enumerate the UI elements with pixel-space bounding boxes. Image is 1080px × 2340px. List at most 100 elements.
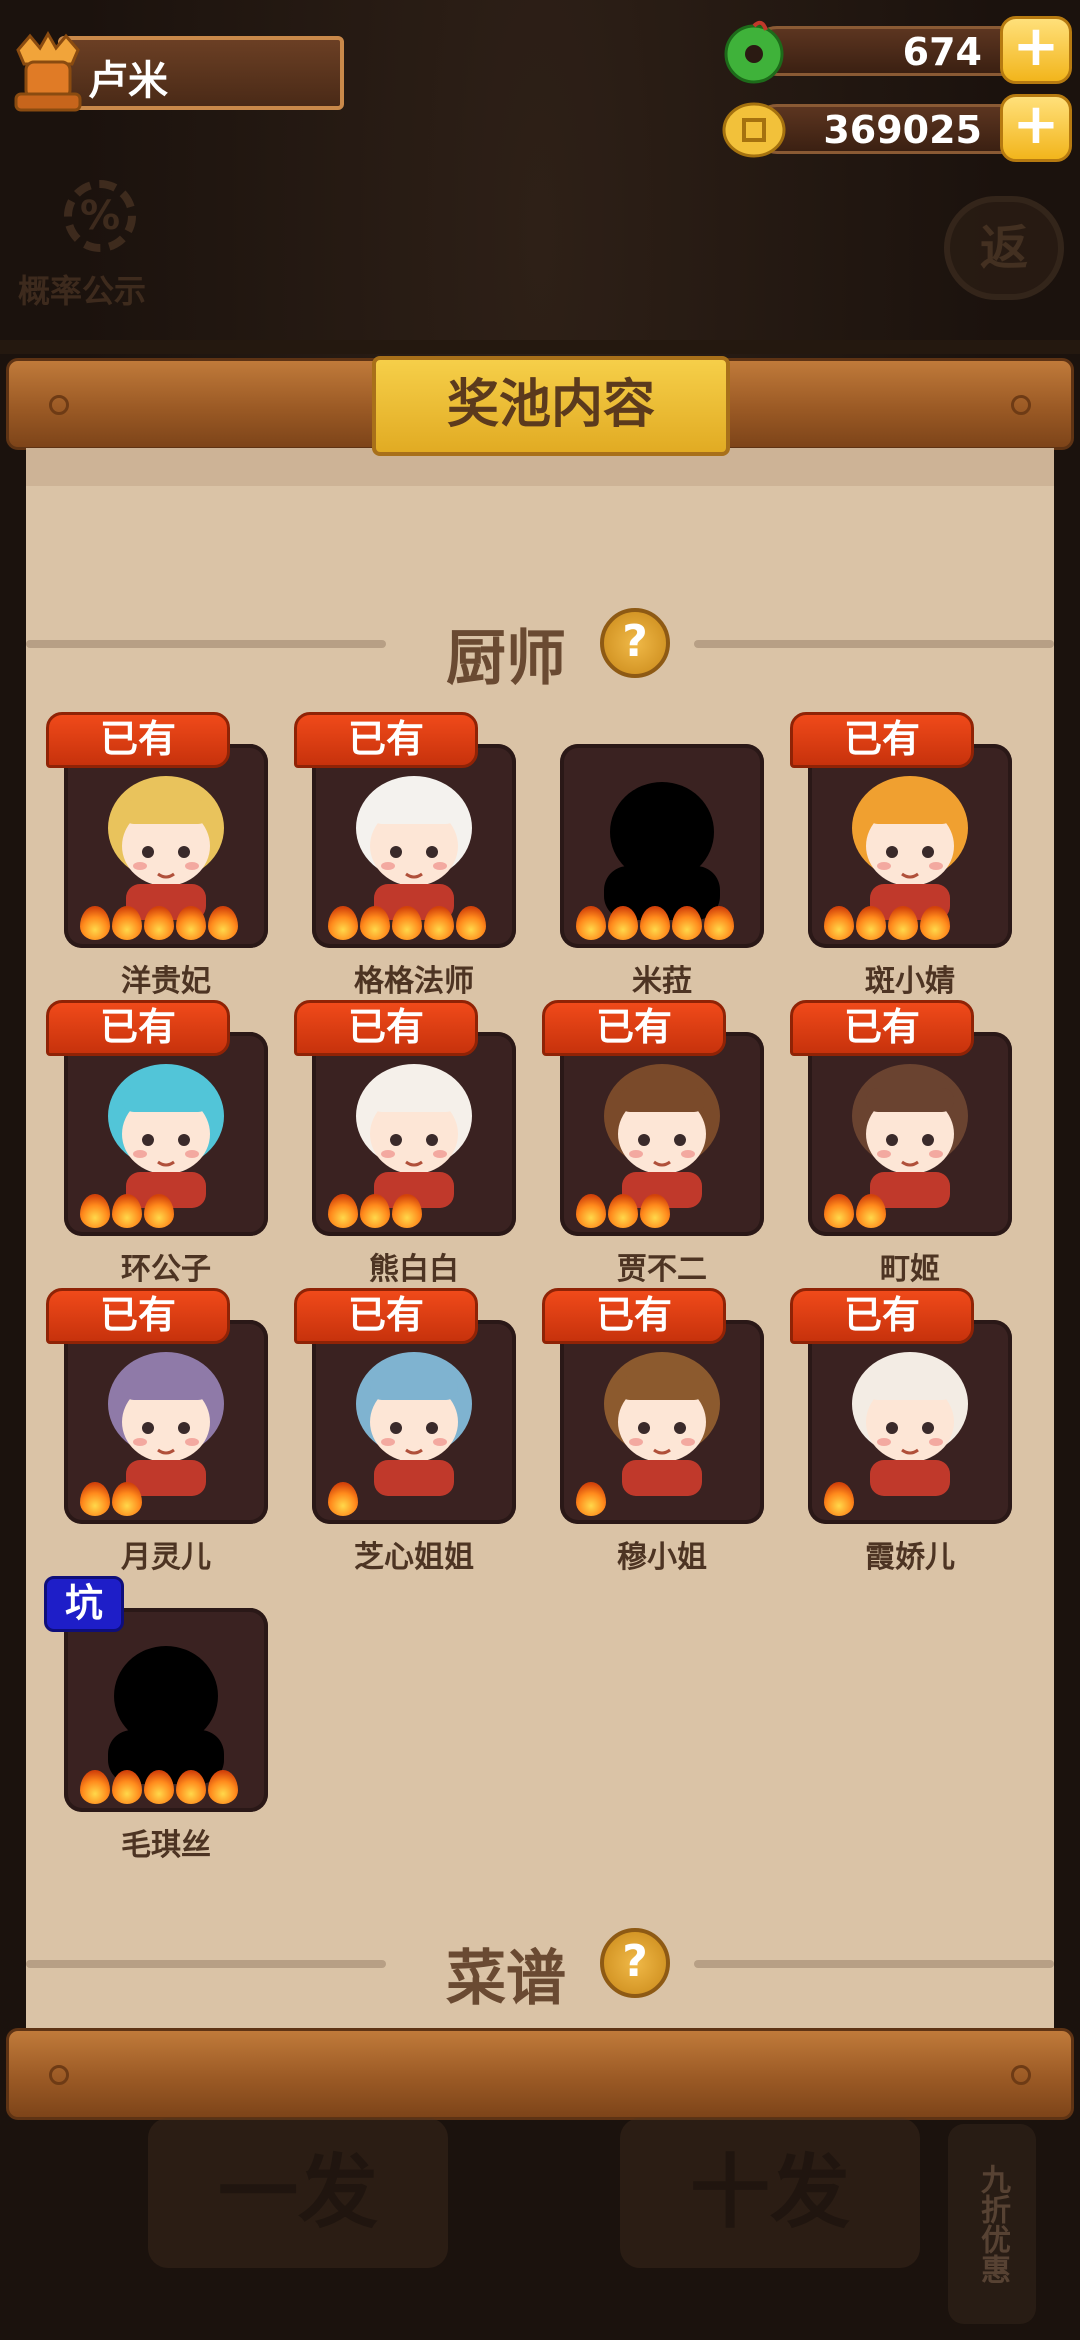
chef-avatar [356, 1352, 472, 1496]
rod-nail [1011, 395, 1031, 415]
single-draw-button[interactable]: 一发 [148, 2118, 448, 2268]
flame-star-icon [328, 906, 358, 940]
rod-nail [49, 395, 69, 415]
prize-pool-title: 奖池内容 [372, 356, 730, 456]
chef-avatar [604, 1352, 720, 1496]
chef-card[interactable]: 已有 芝心姐姐 [294, 1288, 516, 1575]
flame-star-icon [144, 1194, 174, 1228]
divider-line [694, 1960, 1054, 1968]
flame-star-icon [80, 1770, 110, 1804]
odds-disclosure-button[interactable]: % 概率公示 [18, 180, 168, 310]
chef-name: 芝心姐姐 [354, 1540, 474, 1575]
flame-star-icon [144, 1770, 174, 1804]
coin-resource: 369025 + [722, 94, 1072, 162]
recipe-help-button[interactable]: ? [600, 1928, 670, 1998]
background-stripe [0, 340, 1080, 354]
chef-avatar [852, 776, 968, 920]
odds-label: 概率公示 [18, 272, 147, 310]
star-rating [328, 1482, 358, 1516]
star-rating [80, 1194, 174, 1228]
add-coins-button[interactable]: + [1000, 94, 1072, 162]
chef-card[interactable]: 已有町姬 [790, 1000, 1012, 1287]
return-button[interactable]: 返 [944, 196, 1064, 300]
chef-help-button[interactable]: ? [600, 608, 670, 678]
ten-draw-button[interactable]: 十发 [620, 2118, 920, 2268]
discount-badge: 九折优惠 [948, 2124, 1036, 2324]
chef-card[interactable]: 已有 霞娇儿 [790, 1288, 1012, 1575]
chef-name: 斑小婧 [865, 964, 955, 999]
chef-card[interactable]: 已有 穆小姐 [542, 1288, 764, 1575]
flame-star-icon [112, 1482, 142, 1516]
player-rank-icon [14, 30, 82, 112]
player-panel[interactable]: 卢米 [8, 30, 346, 114]
flame-star-icon [80, 1194, 110, 1228]
star-rating [824, 1482, 854, 1516]
chef-name: 格格法师 [354, 964, 474, 999]
flame-star-icon [80, 1482, 110, 1516]
recipe-section-header: 菜谱 ? [26, 1918, 1054, 2014]
flame-star-icon [80, 906, 110, 940]
add-jade-button[interactable]: + [1000, 16, 1072, 84]
chef-name: 米菈 [632, 964, 692, 999]
chef-name: 环公子 [121, 1252, 211, 1287]
flame-star-icon [112, 1770, 142, 1804]
chef-name: 熊白白 [369, 1252, 459, 1287]
chef-card[interactable]: 已有环公子 [46, 1000, 268, 1287]
chef-avatar [108, 776, 224, 920]
flame-star-icon [424, 906, 454, 940]
flame-star-icon [112, 1194, 142, 1228]
flame-star-icon [456, 906, 486, 940]
chef-card[interactable]: 坑毛琪丝 [44, 1576, 268, 1863]
star-rating [824, 906, 950, 940]
star-rating [328, 906, 486, 940]
jade-bar [752, 26, 1042, 76]
owned-badge: 已有 [46, 1288, 230, 1344]
star-rating [80, 906, 238, 940]
star-rating [576, 906, 734, 940]
owned-badge: 已有 [46, 712, 230, 768]
flame-star-icon [360, 906, 390, 940]
chef-card[interactable]: 已有格格法师 [294, 712, 516, 999]
chef-card[interactable]: 已有 贾不二 [542, 1000, 764, 1287]
flame-star-icon [608, 906, 638, 940]
chef-name: 毛琪丝 [121, 1828, 211, 1863]
jade-resource: 674 + [722, 16, 1072, 84]
rod-nail [1011, 2065, 1031, 2085]
flame-star-icon [640, 1194, 670, 1228]
chef-card[interactable]: 已有 月灵儿 [46, 1288, 268, 1575]
owned-badge: 已有 [790, 1000, 974, 1056]
chef-card[interactable]: 米菈 [560, 712, 764, 999]
owned-badge: 已有 [294, 1000, 478, 1056]
flame-star-icon [856, 906, 886, 940]
chef-section-title: 厨师 [446, 624, 566, 694]
pit-badge: 坑 [44, 1576, 124, 1632]
flame-star-icon [328, 1482, 358, 1516]
owned-badge: 已有 [542, 1288, 726, 1344]
flame-star-icon [176, 1770, 206, 1804]
flame-star-icon [392, 1194, 422, 1228]
flame-star-icon [920, 906, 950, 940]
flame-star-icon [824, 1482, 854, 1516]
chef-card[interactable]: 已有斑小婧 [790, 712, 1012, 999]
chef-name: 霞娇儿 [865, 1540, 955, 1575]
flame-star-icon [576, 1482, 606, 1516]
chef-card[interactable]: 已有洋贵妃 [46, 712, 268, 999]
flame-star-icon [328, 1194, 358, 1228]
divider-line [694, 640, 1054, 648]
coin-count: 369025 [823, 108, 982, 152]
flame-star-icon [672, 906, 702, 940]
prize-pool-panel: 厨师 ? 已有 洋贵妃 已有 格格法师 米菈 已有 斑小婧 已有 环公子 已有 熊白白 已有 贾不二 已有… [26, 448, 1054, 2028]
star-rating [80, 1482, 142, 1516]
flame-star-icon [608, 1194, 638, 1228]
owned-badge: 已有 [294, 712, 478, 768]
chef-name: 洋贵妃 [121, 964, 211, 999]
chef-card[interactable]: 已有熊白白 [294, 1000, 516, 1287]
star-rating [328, 1194, 422, 1228]
owned-badge: 已有 [790, 712, 974, 768]
flame-star-icon [704, 906, 734, 940]
flame-star-icon [576, 1194, 606, 1228]
chef-name: 町姬 [880, 1252, 940, 1287]
chef-avatar [356, 776, 472, 920]
owned-badge: 已有 [46, 1000, 230, 1056]
flame-star-icon [360, 1194, 390, 1228]
